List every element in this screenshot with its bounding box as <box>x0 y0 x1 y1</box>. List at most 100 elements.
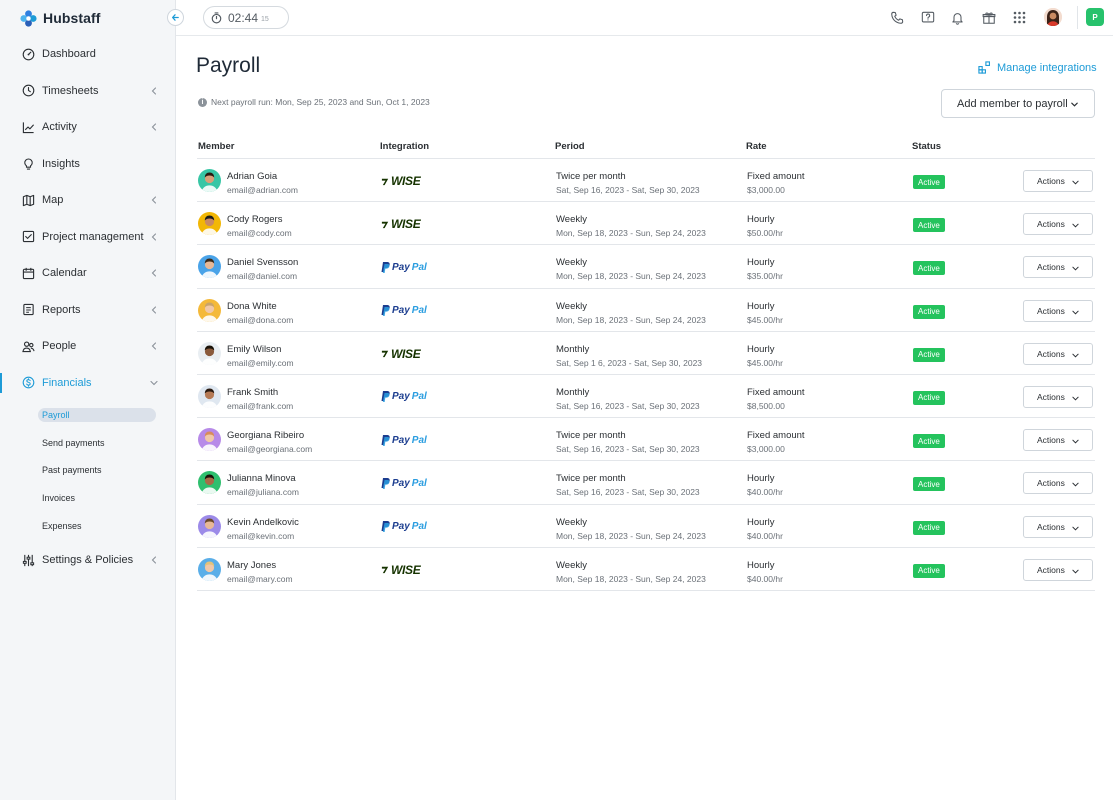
status-badge: Active <box>913 304 945 319</box>
info-icon: i <box>198 97 207 107</box>
sidebar-item-calendar[interactable]: Calendar <box>0 255 176 292</box>
user-avatar[interactable] <box>1044 8 1062 26</box>
period-range: Mon, Sep 18, 2023 - Sun, Sep 24, 2023 <box>556 314 706 325</box>
rate-amount: $40.00/hr <box>747 573 783 584</box>
help-icon[interactable] <box>920 10 935 25</box>
page-title: Payroll <box>196 54 261 77</box>
period-range: Sat, Sep 16, 2023 - Sat, Sep 30, 2023 <box>556 400 700 411</box>
topbar-divider <box>1077 6 1078 29</box>
rate-type: Hourly <box>747 300 775 312</box>
gift-icon[interactable] <box>981 10 996 25</box>
organization-badge[interactable]: P <box>1086 8 1104 26</box>
sidebar-item-financials[interactable]: Financials <box>0 365 176 402</box>
member-name[interactable]: Julianna Minova <box>227 473 296 484</box>
status-badge: Active <box>913 520 945 535</box>
actions-dropdown-button[interactable]: Actions <box>1023 472 1093 495</box>
rate-type: Hourly <box>747 257 775 269</box>
actions-dropdown-button[interactable]: Actions <box>1023 170 1093 192</box>
phone-icon[interactable] <box>889 10 904 25</box>
rate-amount: $8,500.00 <box>747 400 785 411</box>
sidebar-subitem-expenses[interactable]: Expenses <box>38 512 176 540</box>
actions-dropdown-button[interactable]: Actions <box>1023 385 1093 408</box>
period-range: Sat, Sep 16, 2023 - Sat, Sep 30, 2023 <box>556 444 700 455</box>
period-range: Mon, Sep 18, 2023 - Sun, Sep 24, 2023 <box>556 573 706 584</box>
add-member-to-payroll-button[interactable]: Add member to payroll <box>941 89 1095 118</box>
timer-time: 02:44 <box>228 10 259 25</box>
chevron-down-icon <box>1072 526 1079 531</box>
period-type: Weekly <box>556 516 587 528</box>
sidebar-item-label: People <box>42 340 77 353</box>
period-type: Weekly <box>556 257 587 269</box>
sidebar-subitem-invoices[interactable]: Invoices <box>38 484 176 512</box>
chevron-left-icon <box>151 87 157 95</box>
table-row: Emily Wilson email@emily.com WISE Monthly Sa… <box>197 332 1095 375</box>
sidebar-item-label: Calendar <box>42 267 87 280</box>
sidebar-item-project-management[interactable]: Project management <box>0 219 176 256</box>
sidebar-item-dashboard[interactable]: Dashboard <box>0 36 176 73</box>
table-row: Kevin Andelkovic email@kevin.com Pay Pal Wee… <box>197 505 1095 548</box>
actions-dropdown-button[interactable]: Actions <box>1023 515 1093 538</box>
rate-type: Fixed amount <box>747 386 805 398</box>
member-name[interactable]: Kevin Andelkovic <box>227 517 299 528</box>
wise-logo: WISE <box>381 217 421 231</box>
actions-dropdown-button[interactable]: Actions <box>1023 558 1093 581</box>
apps-grid-icon[interactable] <box>1012 10 1027 25</box>
sidebar-item-insights[interactable]: Insights <box>0 146 176 183</box>
member-name[interactable]: Daniel Svensson <box>227 257 298 268</box>
rate-amount: $45.00/hr <box>747 357 783 368</box>
activity-chart-icon <box>22 121 35 134</box>
chevron-left-icon <box>151 306 157 314</box>
sidebar-item-label: Reports <box>42 303 81 316</box>
period-type: Weekly <box>556 214 587 226</box>
sidebar-subitem-past-payments[interactable]: Past payments <box>38 457 176 485</box>
period-type: Twice per month <box>556 473 626 485</box>
period-type: Twice per month <box>556 171 626 182</box>
table-header: Member Integration Period Rate Status <box>197 136 1095 159</box>
rate-amount: $45.00/hr <box>747 314 783 325</box>
dashboard-icon <box>22 48 35 61</box>
chevron-left-icon <box>151 342 157 350</box>
sidebar-subitem-payroll[interactable]: Payroll <box>38 401 176 429</box>
member-name[interactable]: Frank Smith <box>227 387 278 398</box>
chevron-down-icon <box>1072 310 1079 315</box>
integration-cell: Pay Pal <box>381 303 427 319</box>
sidebar-item-timesheets[interactable]: Timesheets <box>0 73 176 110</box>
calendar-icon <box>22 267 35 280</box>
hubstaff-logo[interactable]: Hubstaff <box>20 8 101 28</box>
collapse-sidebar-button[interactable] <box>167 9 184 26</box>
sidebar-item-settings-policies[interactable]: Settings & Policies <box>0 542 176 579</box>
sidebar-subitem-label: Expenses <box>42 521 82 532</box>
integration-cell: WISE <box>381 346 421 362</box>
chevron-left-icon <box>151 233 157 241</box>
paypal-logo: Pay Pal <box>381 521 427 532</box>
member-name[interactable]: Cody Rogers <box>227 214 282 225</box>
rate-amount: $3,000.00 <box>747 444 785 455</box>
actions-label: Actions <box>1037 219 1065 230</box>
timer-widget[interactable]: 02:44 15 <box>203 6 289 29</box>
bell-icon[interactable] <box>950 10 965 25</box>
actions-dropdown-button[interactable]: Actions <box>1023 213 1093 236</box>
actions-dropdown-button[interactable]: Actions <box>1023 429 1093 452</box>
actions-dropdown-button[interactable]: Actions <box>1023 256 1093 279</box>
member-email: email@adrian.com <box>227 185 298 195</box>
sidebar-item-reports[interactable]: Reports <box>0 292 176 329</box>
sidebar-item-label: Settings & Policies <box>42 554 134 567</box>
sidebar-item-people[interactable]: People <box>0 328 176 365</box>
member-name[interactable]: Adrian Goia <box>227 171 277 182</box>
manage-integrations-link[interactable]: Manage integrations <box>978 61 1097 74</box>
member-name[interactable]: Dona White <box>227 301 277 312</box>
rate-type: Hourly <box>747 473 775 485</box>
member-email: email@mary.com <box>227 573 293 584</box>
member-name[interactable]: Emily Wilson <box>227 344 281 355</box>
actions-dropdown-button[interactable]: Actions <box>1023 299 1093 322</box>
member-name[interactable]: Georgiana Ribeiro <box>227 430 304 441</box>
period-type: Twice per month <box>556 430 626 442</box>
table-row: Adrian Goia email@adrian.com WISE Twice per… <box>197 159 1095 203</box>
period-range: Sat, Sep 1 6, 2023 - Sat, Sep 30, 2023 <box>556 357 703 368</box>
sidebar-item-map[interactable]: Map <box>0 182 176 219</box>
actions-dropdown-button[interactable]: Actions <box>1023 342 1093 365</box>
paypal-logo: Pay Pal <box>381 305 427 317</box>
member-name[interactable]: Mary Jones <box>227 560 276 571</box>
sidebar-item-activity[interactable]: Activity <box>0 109 176 146</box>
sidebar-subitem-send-payments[interactable]: Send payments <box>38 429 176 457</box>
